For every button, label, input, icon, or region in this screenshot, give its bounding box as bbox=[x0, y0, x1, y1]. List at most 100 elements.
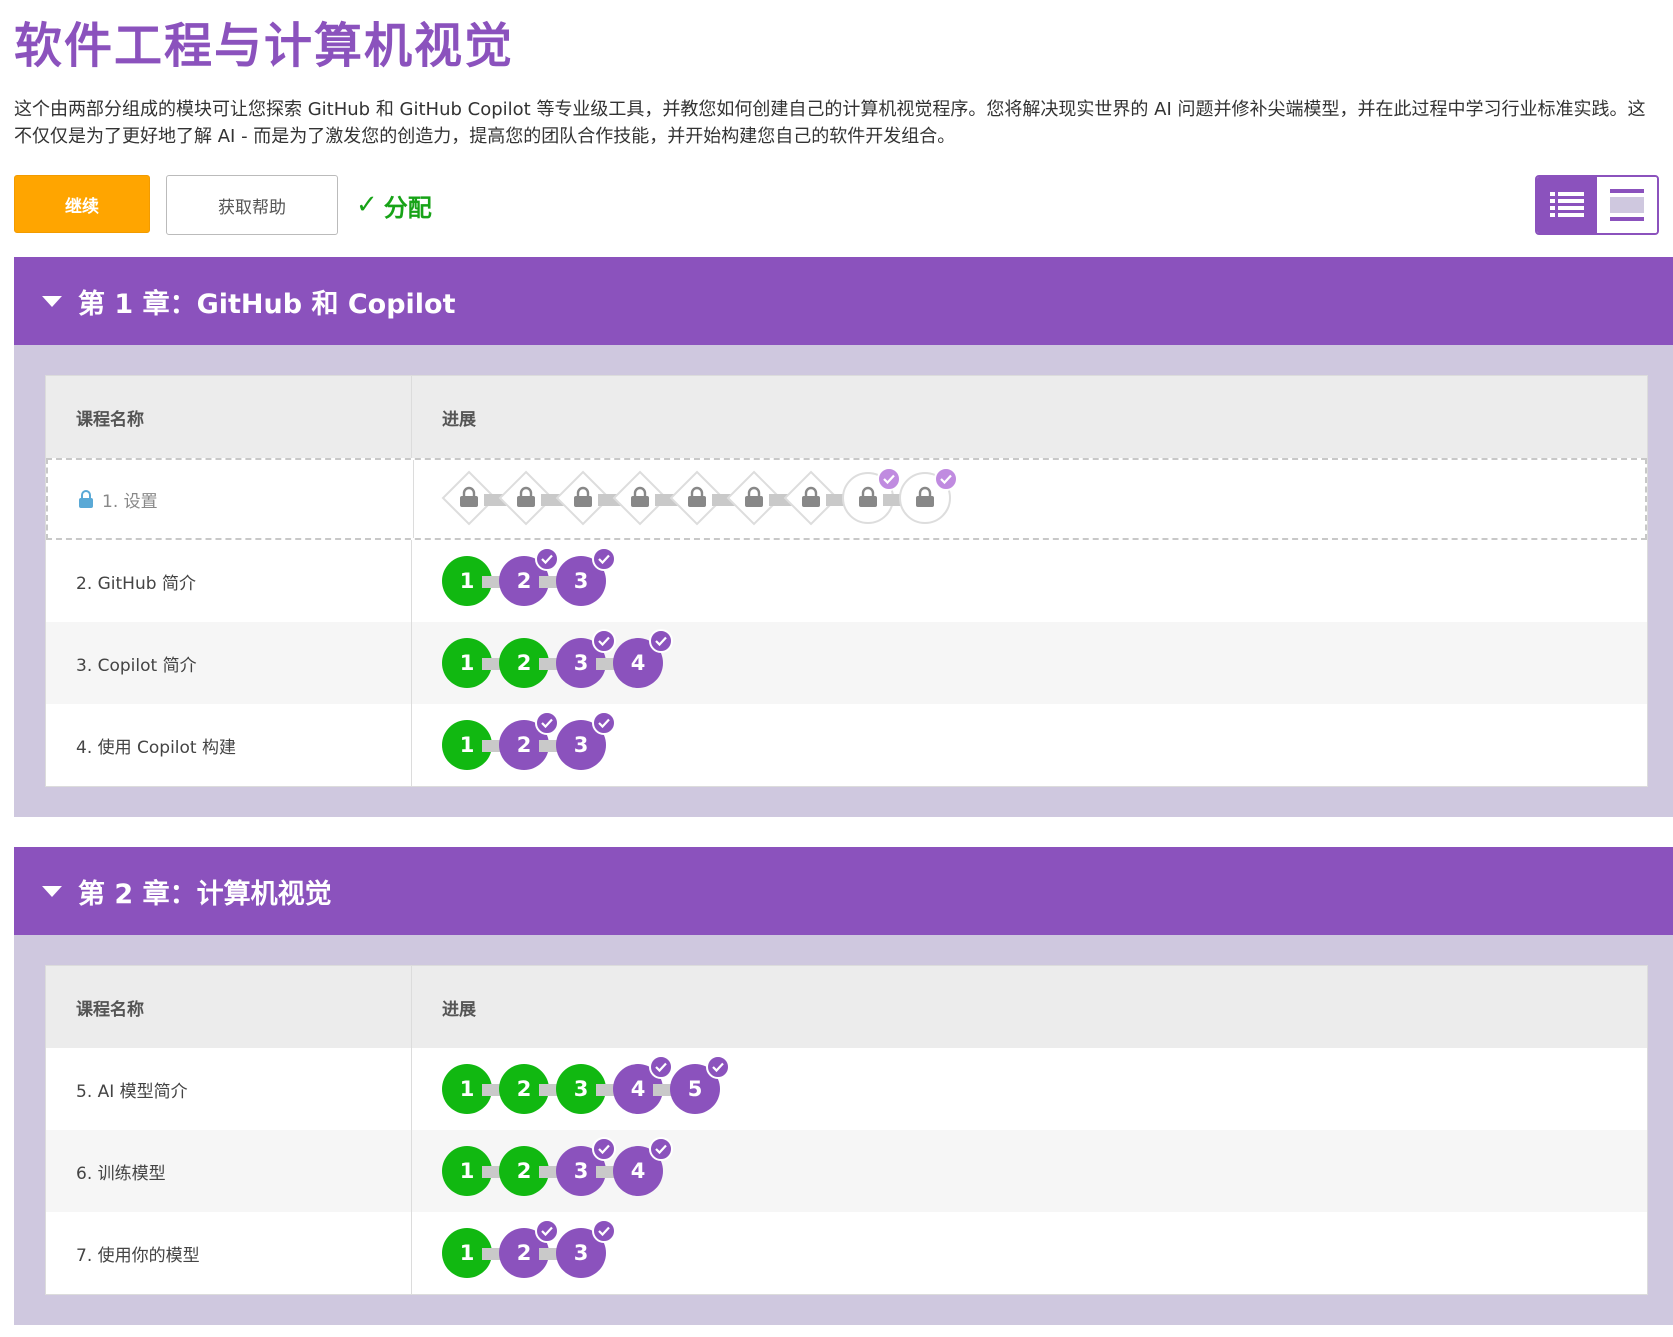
table-header: 课程名称 进展 bbox=[46, 966, 1647, 1048]
step-number: 1 bbox=[459, 569, 475, 593]
lock-icon bbox=[687, 486, 707, 512]
chapter-header[interactable]: 第 1 章：GitHub 和 Copilot bbox=[14, 257, 1673, 345]
chapter-title: 第 2 章：计算机视觉 bbox=[78, 878, 332, 910]
table-row[interactable]: 5. AI 模型简介 1 2 3 4 5 bbox=[46, 1048, 1647, 1130]
lessons-table: 课程名称 进展 1. 设置 2. GitHub 简介 1 2 3 3. Copi… bbox=[45, 375, 1648, 787]
step-number: 1 bbox=[459, 651, 475, 675]
step-number: 1 bbox=[459, 1159, 475, 1183]
lock-icon bbox=[801, 486, 821, 512]
step-number: 3 bbox=[573, 1159, 589, 1183]
check-badge-icon bbox=[535, 1219, 559, 1243]
check-badge-icon bbox=[706, 1055, 730, 1079]
lock-icon bbox=[573, 486, 593, 512]
lock-icon bbox=[630, 486, 650, 512]
lock-icon bbox=[459, 486, 479, 512]
step-number: 1 bbox=[459, 1077, 475, 1101]
lock-icon bbox=[516, 486, 536, 512]
chapter-2: 第 2 章：计算机视觉 课程名称 进展 5. AI 模型简介 1 2 3 4 5 6. … bbox=[14, 847, 1673, 1325]
table-row[interactable]: 1. 设置 bbox=[46, 458, 1647, 540]
check-badge-icon bbox=[649, 1137, 673, 1161]
chapter-1: 第 1 章：GitHub 和 Copilot 课程名称 进展 1. 设置 2. … bbox=[14, 257, 1673, 817]
page-title: 软件工程与计算机视觉 bbox=[14, 18, 515, 74]
chapter-body: 课程名称 进展 1. 设置 2. GitHub 简介 1 2 3 3. Copi… bbox=[14, 345, 1673, 817]
column-header-name: 课程名称 bbox=[46, 376, 412, 458]
lesson-name: 2. GitHub 简介 bbox=[46, 540, 412, 622]
step-number: 3 bbox=[573, 651, 589, 675]
caret-down-icon bbox=[42, 885, 62, 897]
check-badge-icon bbox=[592, 547, 616, 571]
caret-down-icon bbox=[42, 295, 62, 307]
lock-icon bbox=[744, 486, 764, 512]
table-row[interactable]: 4. 使用 Copilot 构建 1 2 3 bbox=[46, 704, 1647, 786]
lesson-name: 4. 使用 Copilot 构建 bbox=[46, 704, 412, 786]
lesson-name: 5. AI 模型简介 bbox=[46, 1048, 412, 1130]
check-badge-icon bbox=[535, 711, 559, 735]
progress-steps: 1 2 3 bbox=[442, 547, 633, 611]
column-header-name: 课程名称 bbox=[46, 966, 412, 1048]
module-description: 这个由两部分组成的模块可让您探索 GitHub 和 GitHub Copilot… bbox=[14, 99, 1646, 147]
lesson-name: 7. 使用你的模型 bbox=[46, 1212, 412, 1294]
lessons-table: 课程名称 进展 5. AI 模型简介 1 2 3 4 5 6. 训练模型 1 2 3 4 7.… bbox=[45, 965, 1648, 1295]
step-number: 4 bbox=[630, 1159, 646, 1183]
column-header-progress: 进展 bbox=[442, 999, 476, 1020]
assigned-label: 分配 bbox=[383, 193, 432, 222]
lock-icon bbox=[858, 486, 878, 512]
step-number: 4 bbox=[630, 1077, 646, 1101]
lesson-name: 6. 训练模型 bbox=[46, 1130, 412, 1212]
column-header-progress: 进展 bbox=[442, 409, 476, 430]
progress-steps: 1 2 3 4 5 bbox=[442, 1055, 747, 1119]
continue-button[interactable]: 继续 bbox=[14, 175, 150, 233]
lock-icon bbox=[915, 486, 935, 512]
step-number: 2 bbox=[516, 651, 532, 675]
locked-step-completed bbox=[896, 467, 958, 527]
progress-steps bbox=[441, 467, 977, 529]
table-row[interactable]: 2. GitHub 简介 1 2 3 bbox=[46, 540, 1647, 622]
check-badge-icon bbox=[592, 1137, 616, 1161]
checkmark-icon: ✓ bbox=[356, 190, 378, 220]
card-view-icon bbox=[1610, 189, 1644, 221]
progress-steps: 1 2 3 4 bbox=[442, 1137, 690, 1201]
card-view-button[interactable] bbox=[1597, 177, 1657, 233]
progress-steps: 1 2 3 4 bbox=[442, 629, 690, 693]
check-badge-icon bbox=[592, 711, 616, 735]
list-view-icon bbox=[1550, 192, 1584, 217]
get-help-button[interactable]: 获取帮助 bbox=[166, 175, 338, 235]
list-view-button[interactable] bbox=[1537, 177, 1597, 233]
progress-steps: 1 2 3 bbox=[442, 711, 633, 775]
check-badge-icon bbox=[592, 1219, 616, 1243]
lesson-name: 3. Copilot 简介 bbox=[46, 622, 412, 704]
module-page: 软件工程与计算机视觉 这个由两部分组成的模块可让您探索 GitHub 和 Git… bbox=[0, 0, 1673, 1337]
step-number: 3 bbox=[573, 733, 589, 757]
check-badge-icon bbox=[649, 629, 673, 653]
check-badge-icon bbox=[934, 467, 958, 491]
table-header: 课程名称 进展 bbox=[46, 376, 1647, 458]
check-badge-icon bbox=[649, 1055, 673, 1079]
lesson-name: 1. 设置 bbox=[48, 460, 414, 538]
step-number: 3 bbox=[573, 569, 589, 593]
step-number: 2 bbox=[516, 1241, 532, 1265]
chapter-title: 第 1 章：GitHub 和 Copilot bbox=[78, 288, 456, 320]
chapter-body: 课程名称 进展 5. AI 模型简介 1 2 3 4 5 6. 训练模型 1 2 3 4 7.… bbox=[14, 935, 1673, 1325]
table-row[interactable]: 7. 使用你的模型 1 2 3 bbox=[46, 1212, 1647, 1294]
step-number: 3 bbox=[573, 1077, 589, 1101]
view-toggle bbox=[1535, 175, 1659, 235]
step-number: 5 bbox=[687, 1077, 703, 1101]
check-badge-icon bbox=[592, 629, 616, 653]
step-number: 2 bbox=[516, 733, 532, 757]
step-number: 2 bbox=[516, 1077, 532, 1101]
action-bar: 继续 获取帮助 ✓ 分配 bbox=[14, 175, 1659, 235]
chapter-header[interactable]: 第 2 章：计算机视觉 bbox=[14, 847, 1673, 935]
table-row[interactable]: 3. Copilot 简介 1 2 3 4 bbox=[46, 622, 1647, 704]
step-number: 2 bbox=[516, 1159, 532, 1183]
lock-icon bbox=[79, 490, 93, 508]
assigned-status: ✓ 分配 bbox=[356, 189, 432, 222]
step-number: 2 bbox=[516, 569, 532, 593]
step-number: 1 bbox=[459, 733, 475, 757]
step-number: 4 bbox=[630, 651, 646, 675]
table-row[interactable]: 6. 训练模型 1 2 3 4 bbox=[46, 1130, 1647, 1212]
step-number: 3 bbox=[573, 1241, 589, 1265]
progress-steps: 1 2 3 bbox=[442, 1219, 633, 1283]
step-number: 1 bbox=[459, 1241, 475, 1265]
lesson-label: 1. 设置 bbox=[102, 491, 158, 512]
check-badge-icon bbox=[535, 547, 559, 571]
